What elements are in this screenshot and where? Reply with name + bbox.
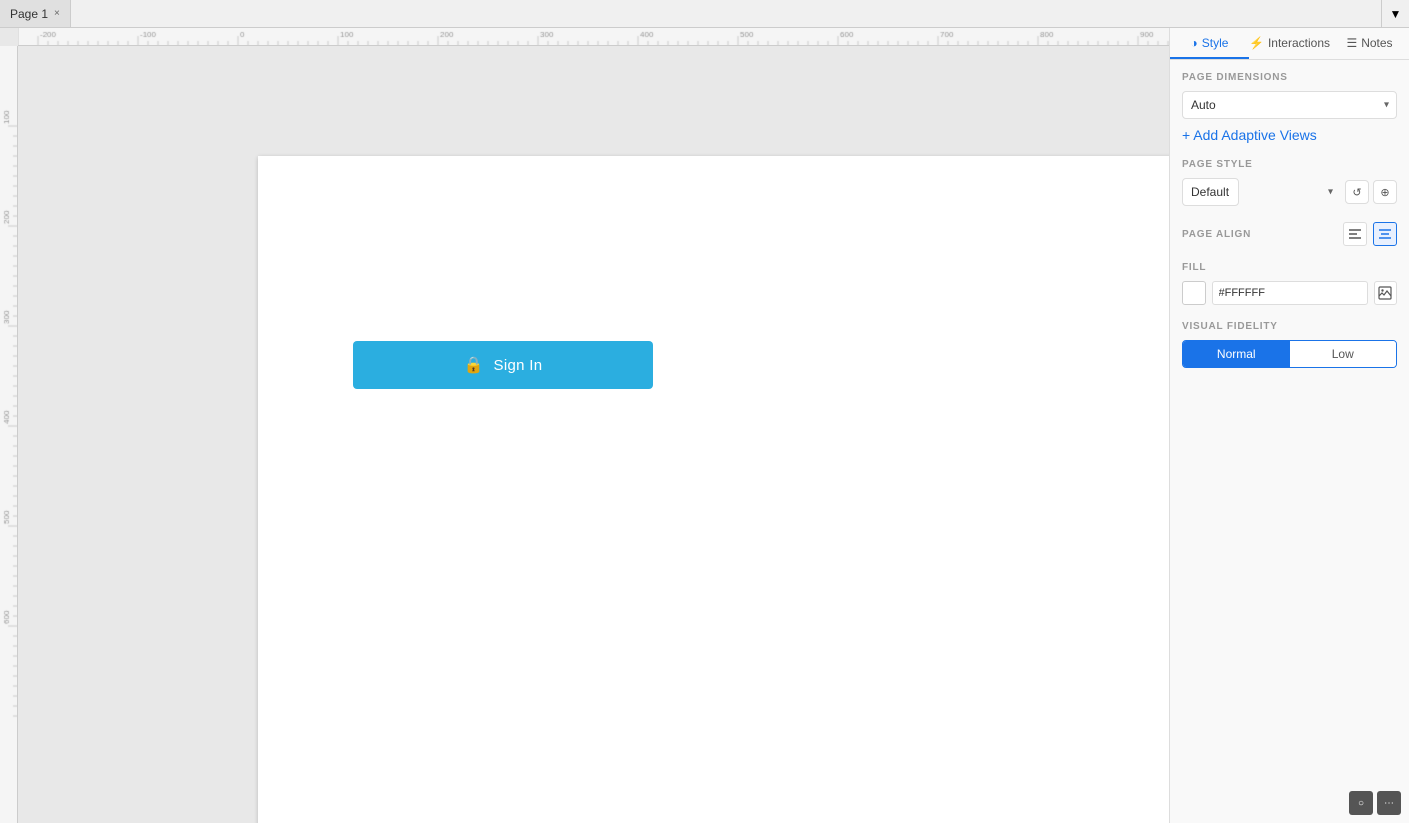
notes-tab-label: Notes [1361, 36, 1392, 50]
bottom-icon-1[interactable]: ○ [1349, 791, 1373, 815]
ruler-v-canvas [0, 46, 18, 819]
tab-close-icon[interactable]: × [54, 8, 60, 19]
panel-content: PAGE DIMENSIONS Auto Custom 1920×1080 12… [1170, 60, 1409, 823]
notes-tab-icon: ☰ [1346, 36, 1357, 50]
page-dimensions-label: PAGE DIMENSIONS [1182, 72, 1397, 83]
tab-style[interactable]: ◑ Style [1170, 28, 1249, 59]
page-dimensions-dropdown-row: Auto Custom 1920×1080 1280×720 ▾ [1182, 91, 1397, 119]
panel-tabs: ◑ Style ⚡ Interactions ☰ Notes [1170, 28, 1409, 60]
page-style-row: Default ▾ ↺ ⊕ [1182, 178, 1397, 206]
reset-icon: ↺ [1352, 186, 1361, 199]
canvas-scroll-area[interactable]: 🔒 Sign In [18, 46, 1169, 823]
page-tab[interactable]: Page 1 × [0, 0, 71, 27]
fidelity-normal-button[interactable]: Normal [1183, 341, 1290, 367]
signin-button-label: Sign In [494, 357, 543, 374]
tab-interactions[interactable]: ⚡ Interactions [1249, 28, 1330, 59]
page-align-label: PAGE ALIGN [1182, 229, 1251, 240]
fidelity-normal-label: Normal [1217, 347, 1256, 361]
main-layout: 🔒 Sign In ◑ Style ⚡ Interactions ☰ [0, 28, 1409, 823]
section-page-align: PAGE ALIGN [1182, 222, 1397, 246]
style-tab-icon: ◑ [1191, 36, 1198, 50]
fidelity-low-button[interactable]: Low [1290, 341, 1397, 367]
canvas-body: 🔒 Sign In [0, 46, 1169, 823]
fill-image-icon [1378, 286, 1392, 300]
section-fill: FILL [1182, 262, 1397, 305]
page-frame: 🔒 Sign In [258, 156, 1169, 823]
page-style-dropdown[interactable]: Default [1182, 178, 1239, 206]
ruler-horizontal [18, 28, 1169, 46]
align-left-button[interactable] [1343, 222, 1367, 246]
align-row [1343, 222, 1397, 246]
page-style-reset-button[interactable]: ↺ [1345, 180, 1369, 204]
align-left-icon [1348, 228, 1362, 240]
fill-label: FILL [1182, 262, 1397, 273]
interactions-tab-icon: ⚡ [1249, 36, 1264, 50]
section-visual-fidelity: VISUAL FIDELITY Normal Low [1182, 321, 1397, 368]
page-dimensions-dropdown[interactable]: Auto Custom 1920×1080 1280×720 [1182, 91, 1397, 119]
canvas-inner: 🔒 Sign In [18, 46, 1169, 823]
add-adaptive-label: + Add Adaptive Views [1182, 127, 1317, 143]
visual-fidelity-label: VISUAL FIDELITY [1182, 321, 1397, 332]
interactions-tab-label: Interactions [1268, 36, 1330, 50]
tab-label: Page 1 [10, 7, 48, 21]
fidelity-toggle: Normal Low [1182, 340, 1397, 368]
right-panel: ◑ Style ⚡ Interactions ☰ Notes PAGE DIME… [1169, 28, 1409, 823]
bottom-right-icons: ○ ⋯ [1349, 791, 1401, 815]
canvas-area: 🔒 Sign In [0, 28, 1169, 823]
tab-notes[interactable]: ☰ Notes [1330, 28, 1409, 59]
ruler-vertical [0, 46, 18, 823]
tab-dropdown-icon[interactable]: ▼ [1381, 0, 1409, 27]
tab-bar: Page 1 × ▼ [0, 0, 1409, 28]
fill-row [1182, 281, 1397, 305]
bottom-icon-2[interactable]: ⋯ [1377, 791, 1401, 815]
align-center-button[interactable] [1373, 222, 1397, 246]
fill-hex-input[interactable] [1212, 281, 1368, 305]
signin-button[interactable]: 🔒 Sign In [353, 341, 653, 389]
target-icon: ⊕ [1380, 186, 1389, 199]
section-page-dimensions: PAGE DIMENSIONS Auto Custom 1920×1080 12… [1182, 72, 1397, 143]
lock-icon: 🔒 [464, 355, 484, 375]
style-tab-label: Style [1202, 36, 1229, 50]
fill-color-swatch[interactable] [1182, 281, 1206, 305]
align-center-icon [1378, 228, 1392, 240]
ruler-h-svg [18, 28, 1169, 46]
page-style-target-button[interactable]: ⊕ [1373, 180, 1397, 204]
add-adaptive-views[interactable]: + Add Adaptive Views [1182, 127, 1397, 143]
page-style-label: PAGE STYLE [1182, 159, 1397, 170]
section-page-style: PAGE STYLE Default ▾ ↺ ⊕ [1182, 159, 1397, 206]
page-style-dropdown-arrow: ▾ [1328, 187, 1333, 198]
fidelity-low-label: Low [1332, 347, 1354, 361]
fill-image-button[interactable] [1374, 281, 1398, 305]
